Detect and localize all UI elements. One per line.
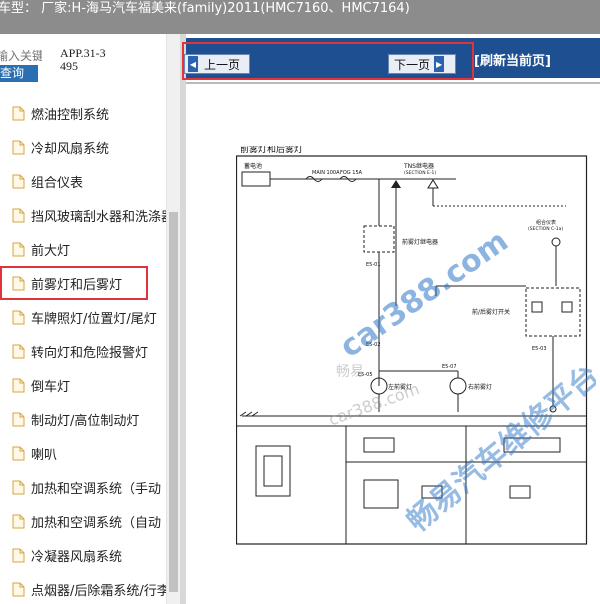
next-page-label: 下一页	[394, 57, 431, 72]
tns-relay-section: (SECTION E-1)	[404, 170, 436, 176]
document-icon	[12, 174, 25, 189]
tree-item-label: 转向灯和危险报警灯	[31, 345, 149, 361]
combo-switch-pin	[551, 237, 561, 247]
search-input[interactable]	[0, 48, 42, 64]
battery-label: 蓄电池	[244, 162, 262, 170]
app-id-label: APP.31-3495	[60, 46, 106, 73]
tree-item-label: 冷却风扇系统	[31, 141, 110, 157]
tree-item-label: 挡风玻璃刮水器和洗涤器	[31, 209, 166, 225]
connector-e502-view	[363, 437, 395, 453]
connector-e507-label: E5-07	[442, 364, 457, 370]
connector-e501-label: E5-01	[366, 262, 381, 268]
app-window: 车型： 厂家:H-海马汽车福美来(family)2011(HMC7160、HMC…	[0, 0, 600, 604]
tree-item-label: 加热和空调系统（自动	[31, 515, 162, 531]
toolbar-divider	[186, 82, 600, 84]
tree-item-label: 倒车灯	[31, 379, 71, 395]
tree-item[interactable]: 加热和空调系统（自动	[0, 504, 166, 538]
document-icon	[12, 446, 25, 461]
tree-item-label: 前雾灯和后雾灯	[31, 277, 123, 293]
tree-item[interactable]: 挡风玻璃刮水器和洗涤器	[0, 198, 166, 232]
watermark-text-4: 畅易	[336, 364, 364, 380]
tree-item[interactable]: 冷凝器风扇系统	[0, 538, 166, 572]
document-icon	[12, 344, 25, 359]
page-toolbar: ◀ 上一页 下一页 ▶ [刷新当前页]	[182, 38, 600, 80]
next-page-button[interactable]: 下一页 ▶	[388, 54, 456, 74]
arrow-right-icon: ▶	[434, 56, 445, 72]
search-button[interactable]: 查询	[0, 65, 38, 82]
document-icon	[12, 378, 25, 393]
connector-e501-pins	[263, 455, 283, 487]
document-icon	[12, 140, 25, 155]
combo-switch-section: (SECTION C-1a)	[528, 226, 563, 232]
tree-item[interactable]: 点烟器/后除霜系统/行李	[0, 572, 166, 604]
tree-item-label: 加热和空调系统（手动	[31, 481, 162, 497]
wiring-diagram: 前雾灯和后雾灯 蓄电池 MAIN 100A FOG 15A TNS继电器 (SE…	[236, 146, 596, 545]
right-fog-lamp-symbol	[449, 377, 467, 395]
vehicle-title-bar: 车型： 厂家:H-海马汽车福美来(family)2011(HMC7160、HMC…	[0, 0, 600, 34]
tree-item-label: 组合仪表	[31, 175, 84, 191]
document-icon	[12, 514, 25, 529]
tree-item[interactable]: 燃油控制系统	[0, 96, 166, 130]
document-icon	[12, 242, 25, 257]
document-icon	[12, 276, 25, 291]
content-panel: ◀ 上一页 下一页 ▶ [刷新当前页] 前雾灯和后雾灯 蓄电池 MAIN 100…	[182, 34, 600, 604]
watermark-text-2: 畅易汽车维修平台	[400, 358, 596, 539]
fog-relay-symbol	[363, 225, 395, 253]
tree-item-label: 前大灯	[31, 243, 71, 259]
document-icon	[12, 310, 25, 325]
document-tree: 燃油控制系统 冷却风扇系统 组合仪表挡风玻璃刮水器和洗涤器 前大灯前雾灯和后雾灯车牌照…	[0, 96, 166, 604]
arrow-left-icon: ◀	[188, 56, 198, 72]
battery-symbol	[241, 171, 271, 187]
tree-item-label: 燃油控制系统	[31, 107, 110, 123]
document-icon	[12, 412, 25, 427]
document-icon	[12, 106, 25, 121]
tree-item-label: 冷凝器风扇系统	[31, 549, 123, 565]
connector-e501-view	[255, 445, 291, 497]
document-icon	[12, 548, 25, 563]
tree-item-selected[interactable]: 前雾灯和后雾灯	[0, 266, 148, 300]
connector-e507-view	[509, 485, 531, 499]
tns-relay-arrow-2	[427, 179, 439, 189]
page-nav-highlight: ◀ 上一页 下一页 ▶	[182, 42, 474, 80]
tree-item[interactable]: 前大灯	[0, 232, 166, 266]
combo-switch-label: 组合仪表	[536, 219, 556, 226]
diagram-title: 前雾灯和后雾灯	[240, 146, 303, 155]
tree-scrollbar-thumb[interactable]	[169, 212, 178, 592]
fog-switch-contact-1	[531, 301, 543, 313]
document-icon	[12, 208, 25, 223]
connector-e505-view	[363, 479, 399, 509]
tree-item[interactable]: 转向灯和危险报警灯	[0, 334, 166, 368]
watermark-text-3: car388.com	[326, 379, 422, 429]
tree-item-label: 喇叭	[31, 447, 58, 463]
tree-item[interactable]: 冷却风扇系统	[0, 130, 166, 164]
tree-item-label: 制动灯/高位制动灯	[31, 413, 140, 429]
left-panel: 查询 APP.31-3495 燃油控制系统冷却风扇系统组合仪表挡风玻璃刮水器和洗…	[0, 34, 180, 604]
tns-relay-arrow	[391, 180, 401, 188]
tree-item-label: 点烟器/后除霜系统/行李	[31, 583, 166, 599]
vehicle-title: 车型： 厂家:H-海马汽车福美来(family)2011(HMC7160、HMC…	[0, 1, 410, 16]
fog-switch-contact-2	[561, 301, 573, 313]
tree-item[interactable]: 喇叭	[0, 436, 166, 470]
tree-item-label: 车牌照灯/位置灯/尾灯	[31, 311, 157, 327]
tree-item[interactable]: 车牌照灯/位置灯/尾灯	[0, 300, 166, 334]
tree-scrollbar[interactable]	[166, 34, 180, 604]
prev-page-button[interactable]: ◀ 上一页	[184, 54, 250, 74]
fog-relay-label: 前雾灯继电器	[402, 238, 438, 246]
fog-switch-label: 前/后雾灯开关	[472, 308, 510, 316]
document-icon	[12, 582, 25, 597]
tns-relay-label: TNS继电器	[403, 162, 434, 170]
tree-item[interactable]: 组合仪表	[0, 164, 166, 198]
search-row: 查询 APP.31-3495	[0, 34, 180, 90]
main-fuse-label: MAIN 100A	[312, 170, 340, 176]
ground-icon	[239, 411, 259, 417]
tree-item[interactable]: 加热和空调系统（手动	[0, 470, 166, 504]
refresh-page-link[interactable]: [刷新当前页]	[474, 50, 551, 69]
right-fog-lamp-label: 右前雾灯	[468, 383, 492, 391]
fog-fuse-label: FOG 15A	[340, 170, 363, 176]
connector-e503-label: E5-03	[532, 346, 547, 352]
tree-item[interactable]: 倒车灯	[0, 368, 166, 402]
document-icon	[12, 480, 25, 495]
tree-item[interactable]: 制动灯/高位制动灯	[0, 402, 166, 436]
prev-page-label: 上一页	[204, 57, 241, 72]
